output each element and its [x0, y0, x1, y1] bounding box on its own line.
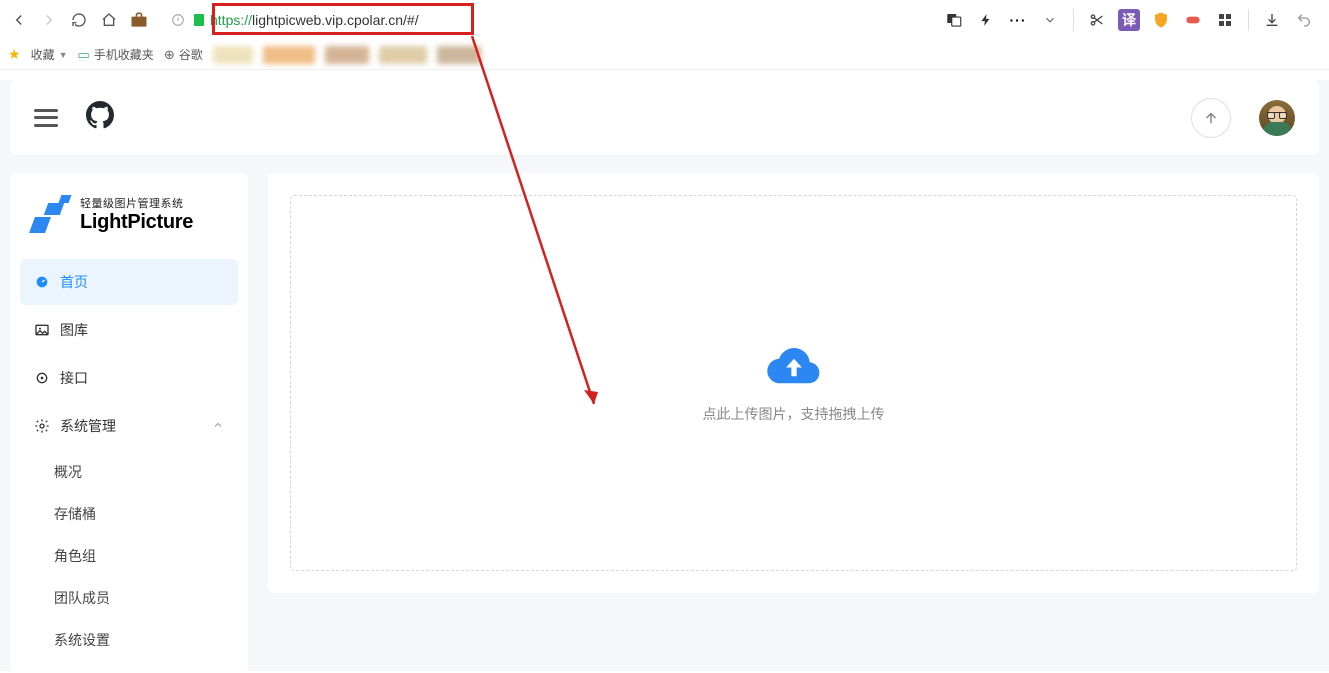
bookmarks-bar: ★ 收藏 ▼ ▭手机收藏夹 ⊕谷歌 [0, 40, 1329, 70]
nav-home-button[interactable] [96, 7, 122, 33]
nav-forward-button[interactable] [36, 7, 62, 33]
chevron-up-icon [212, 419, 224, 434]
sidebar-sub-bucket[interactable]: 存储桶 [54, 493, 238, 535]
shield-icon[interactable] [1150, 9, 1172, 31]
app-body: 轻量级图片管理系统 LightPicture 首页 图库 [0, 155, 1329, 673]
bolt-icon[interactable] [975, 9, 997, 31]
main-panel: 点此上传图片，支持拖拽上传 [268, 173, 1319, 593]
url-bar[interactable]: https://lightpicweb.vip.cpolar.cn/#/ [162, 5, 933, 35]
logo-mark-icon [28, 195, 72, 237]
sidebar-item-label: 系统管理 [60, 416, 116, 436]
sidebar-sub-team[interactable]: 团队成员 [54, 577, 238, 619]
link-icon [34, 370, 50, 386]
more-icon[interactable]: ··· [1007, 9, 1029, 31]
sidebar-item-sysmgmt[interactable]: 系统管理 [20, 403, 238, 449]
github-link[interactable] [86, 101, 114, 134]
cloud-upload-icon [766, 342, 822, 386]
upload-shortcut-button[interactable] [1191, 98, 1231, 138]
app-header [10, 80, 1319, 155]
logo-subtitle: 轻量级图片管理系统 [80, 198, 193, 211]
bookmark-blurred[interactable] [437, 46, 481, 64]
image-icon [34, 322, 50, 338]
separator [1248, 9, 1249, 31]
sidebar-item-gallery[interactable]: 图库 [20, 307, 238, 353]
chevron-down-icon[interactable] [1039, 9, 1061, 31]
sidebar-item-home[interactable]: 首页 [20, 259, 238, 305]
sidebar-item-api[interactable]: 接口 [20, 355, 238, 401]
sidebar: 轻量级图片管理系统 LightPicture 首页 图库 [10, 173, 248, 673]
user-avatar[interactable] [1259, 100, 1295, 136]
menu-toggle-button[interactable] [34, 109, 58, 127]
bookmark-blurred[interactable] [379, 46, 427, 64]
nav-back-button[interactable] [6, 7, 32, 33]
undo-icon[interactable] [1293, 9, 1315, 31]
bookmark-google[interactable]: ⊕谷歌 [164, 46, 203, 63]
translate-badge-icon[interactable]: 译 [1118, 9, 1140, 31]
browser-toolbar: https://lightpicweb.vip.cpolar.cn/#/ ···… [0, 0, 1329, 40]
sidebar-sub-overview[interactable]: 概况 [54, 451, 238, 493]
sidebar-submenu-sysmgmt: 概况 存储桶 角色组 团队成员 系统设置 [20, 451, 238, 661]
separator [1073, 9, 1074, 31]
gamepad-icon[interactable] [1182, 9, 1204, 31]
bookmark-blurred[interactable] [263, 46, 315, 64]
site-info-icon[interactable] [170, 12, 186, 28]
briefcase-icon[interactable] [126, 7, 152, 33]
toolbar-right: ··· 译 [943, 9, 1323, 31]
url-text: https://lightpicweb.vip.cpolar.cn/#/ [210, 12, 419, 28]
upload-dropzone[interactable]: 点此上传图片，支持拖拽上传 [290, 195, 1297, 571]
bookmark-blurred[interactable] [213, 46, 253, 64]
bookmark-blurred[interactable] [325, 46, 369, 64]
favorites-label[interactable]: 收藏 ▼ [31, 46, 68, 63]
favorites-star-icon[interactable]: ★ [8, 46, 21, 63]
padlock-icon [194, 14, 204, 26]
gear-icon [34, 418, 50, 434]
logo[interactable]: 轻量级图片管理系统 LightPicture [20, 189, 238, 259]
scissors-icon[interactable] [1086, 9, 1108, 31]
sidebar-sub-settings[interactable]: 系统设置 [54, 619, 238, 661]
sidebar-item-label: 首页 [60, 272, 88, 292]
sidebar-sub-roles[interactable]: 角色组 [54, 535, 238, 577]
upload-hint-text: 点此上传图片，支持拖拽上传 [703, 404, 885, 424]
download-icon[interactable] [1261, 9, 1283, 31]
nav-reload-button[interactable] [66, 7, 92, 33]
sidebar-item-label: 图库 [60, 320, 88, 340]
dashboard-icon [34, 274, 50, 290]
app-wrapper: 轻量级图片管理系统 LightPicture 首页 图库 [0, 80, 1329, 671]
bookmark-mobile[interactable]: ▭手机收藏夹 [78, 46, 154, 63]
logo-title: LightPicture [80, 211, 193, 234]
sidebar-item-label: 接口 [60, 368, 88, 388]
apps-grid-icon[interactable] [1214, 9, 1236, 31]
translate-icon[interactable] [943, 9, 965, 31]
